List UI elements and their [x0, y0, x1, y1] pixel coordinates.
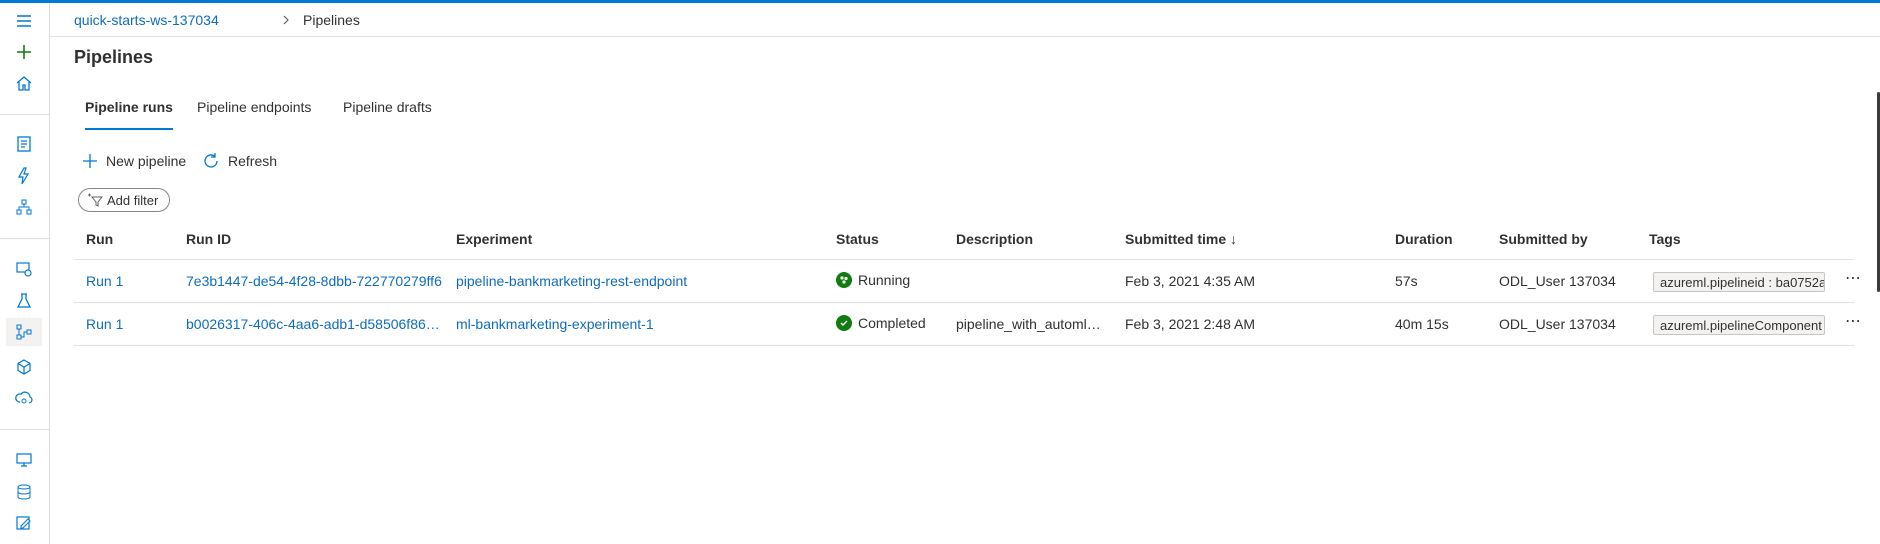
breadcrumb-workspace-link[interactable]: quick-starts-ws-137034 — [74, 12, 219, 28]
running-icon — [836, 272, 852, 288]
run-link[interactable]: Run 1 — [86, 316, 123, 332]
breadcrumb-current: Pipelines — [303, 12, 360, 28]
more-options-icon[interactable]: ⋯ — [1845, 268, 1862, 288]
row-divider — [74, 302, 1854, 303]
add-filter-label: Add filter — [107, 192, 159, 208]
status-cell: Completed — [836, 315, 926, 331]
hamburger-icon[interactable] — [6, 7, 42, 35]
home-icon[interactable] — [6, 69, 42, 97]
run-id-link[interactable]: 7e3b1447-de54-4f28-8dbb-722770279ff6 — [186, 273, 444, 289]
endpoints-icon[interactable] — [6, 384, 42, 412]
plus-icon — [83, 154, 97, 168]
checkmark-icon — [836, 315, 852, 331]
designer-icon[interactable] — [6, 193, 42, 221]
duration-cell: 57s — [1395, 273, 1418, 289]
rail-divider — [0, 114, 49, 115]
header-divider — [74, 259, 1854, 260]
tab-pipeline-runs[interactable]: Pipeline runs — [85, 99, 173, 130]
datasets-icon[interactable] — [6, 255, 42, 283]
chevron-right-icon — [283, 15, 289, 25]
notebook-icon[interactable] — [6, 130, 42, 158]
experiment-link[interactable]: ml-bankmarketing-experiment-1 — [456, 316, 826, 332]
submitted-by-cell: ODL_User 137034 — [1499, 316, 1616, 332]
refresh-button[interactable]: Refresh — [202, 150, 277, 172]
header-run-id[interactable]: Run ID — [186, 231, 231, 247]
status-text: Completed — [858, 315, 926, 331]
status-cell: Running — [836, 272, 910, 288]
add-filter-button[interactable]: Add filter — [78, 188, 170, 212]
pipelines-icon[interactable] — [6, 318, 42, 346]
compute-icon[interactable] — [6, 446, 42, 474]
rail-divider — [0, 429, 49, 430]
refresh-icon — [204, 153, 218, 168]
tag-badge: azureml.pipelineComponent : — [1653, 315, 1825, 335]
submitted-by-cell: ODL_User 137034 — [1499, 273, 1616, 289]
duration-cell: 40m 15s — [1395, 316, 1449, 332]
page-title: Pipelines — [74, 47, 154, 67]
breadcrumb: quick-starts-ws-137034 Pipelines — [50, 3, 1880, 37]
status-text: Running — [858, 272, 911, 288]
tab-pipeline-drafts[interactable]: Pipeline drafts — [343, 99, 432, 130]
automl-icon[interactable] — [6, 162, 42, 190]
tag-badge: azureml.pipelineid : ba0752a1 — [1653, 272, 1825, 292]
rail-divider — [0, 238, 49, 239]
models-icon[interactable] — [6, 353, 42, 381]
header-submitted-by[interactable]: Submitted by — [1499, 231, 1588, 247]
plus-icon[interactable] — [6, 38, 42, 66]
submitted-time-cell: Feb 3, 2021 4:35 AM — [1125, 273, 1255, 289]
header-duration[interactable]: Duration — [1395, 231, 1453, 247]
tab-pipeline-endpoints[interactable]: Pipeline endpoints — [197, 99, 311, 130]
header-tags[interactable]: Tags — [1649, 231, 1681, 247]
run-link[interactable]: Run 1 — [86, 273, 123, 289]
header-submitted-time[interactable]: Submitted time ↓ — [1125, 231, 1237, 247]
refresh-label: Refresh — [228, 153, 278, 169]
labeling-icon[interactable] — [6, 509, 42, 537]
header-experiment[interactable]: Experiment — [456, 231, 532, 247]
header-description[interactable]: Description — [956, 231, 1033, 247]
datastores-icon[interactable] — [6, 478, 42, 506]
more-options-icon[interactable]: ⋯ — [1845, 311, 1862, 331]
header-status[interactable]: Status — [836, 231, 879, 247]
run-id-link[interactable]: b0026317-406c-4aa6-adb1-d58506f865... — [186, 316, 444, 332]
row-divider — [74, 345, 1854, 346]
submitted-time-cell: Feb 3, 2021 2:48 AM — [1125, 316, 1255, 332]
experiments-icon[interactable] — [6, 287, 42, 315]
description-cell: pipeline_with_automlst... — [956, 316, 1106, 332]
filter-icon — [88, 193, 103, 207]
new-pipeline-label: New pipeline — [106, 153, 187, 169]
new-pipeline-button[interactable]: New pipeline — [82, 150, 186, 172]
experiment-link[interactable]: pipeline-bankmarketing-rest-endpoint — [456, 273, 826, 289]
left-nav-rail — [0, 3, 50, 544]
header-run[interactable]: Run — [86, 231, 113, 247]
